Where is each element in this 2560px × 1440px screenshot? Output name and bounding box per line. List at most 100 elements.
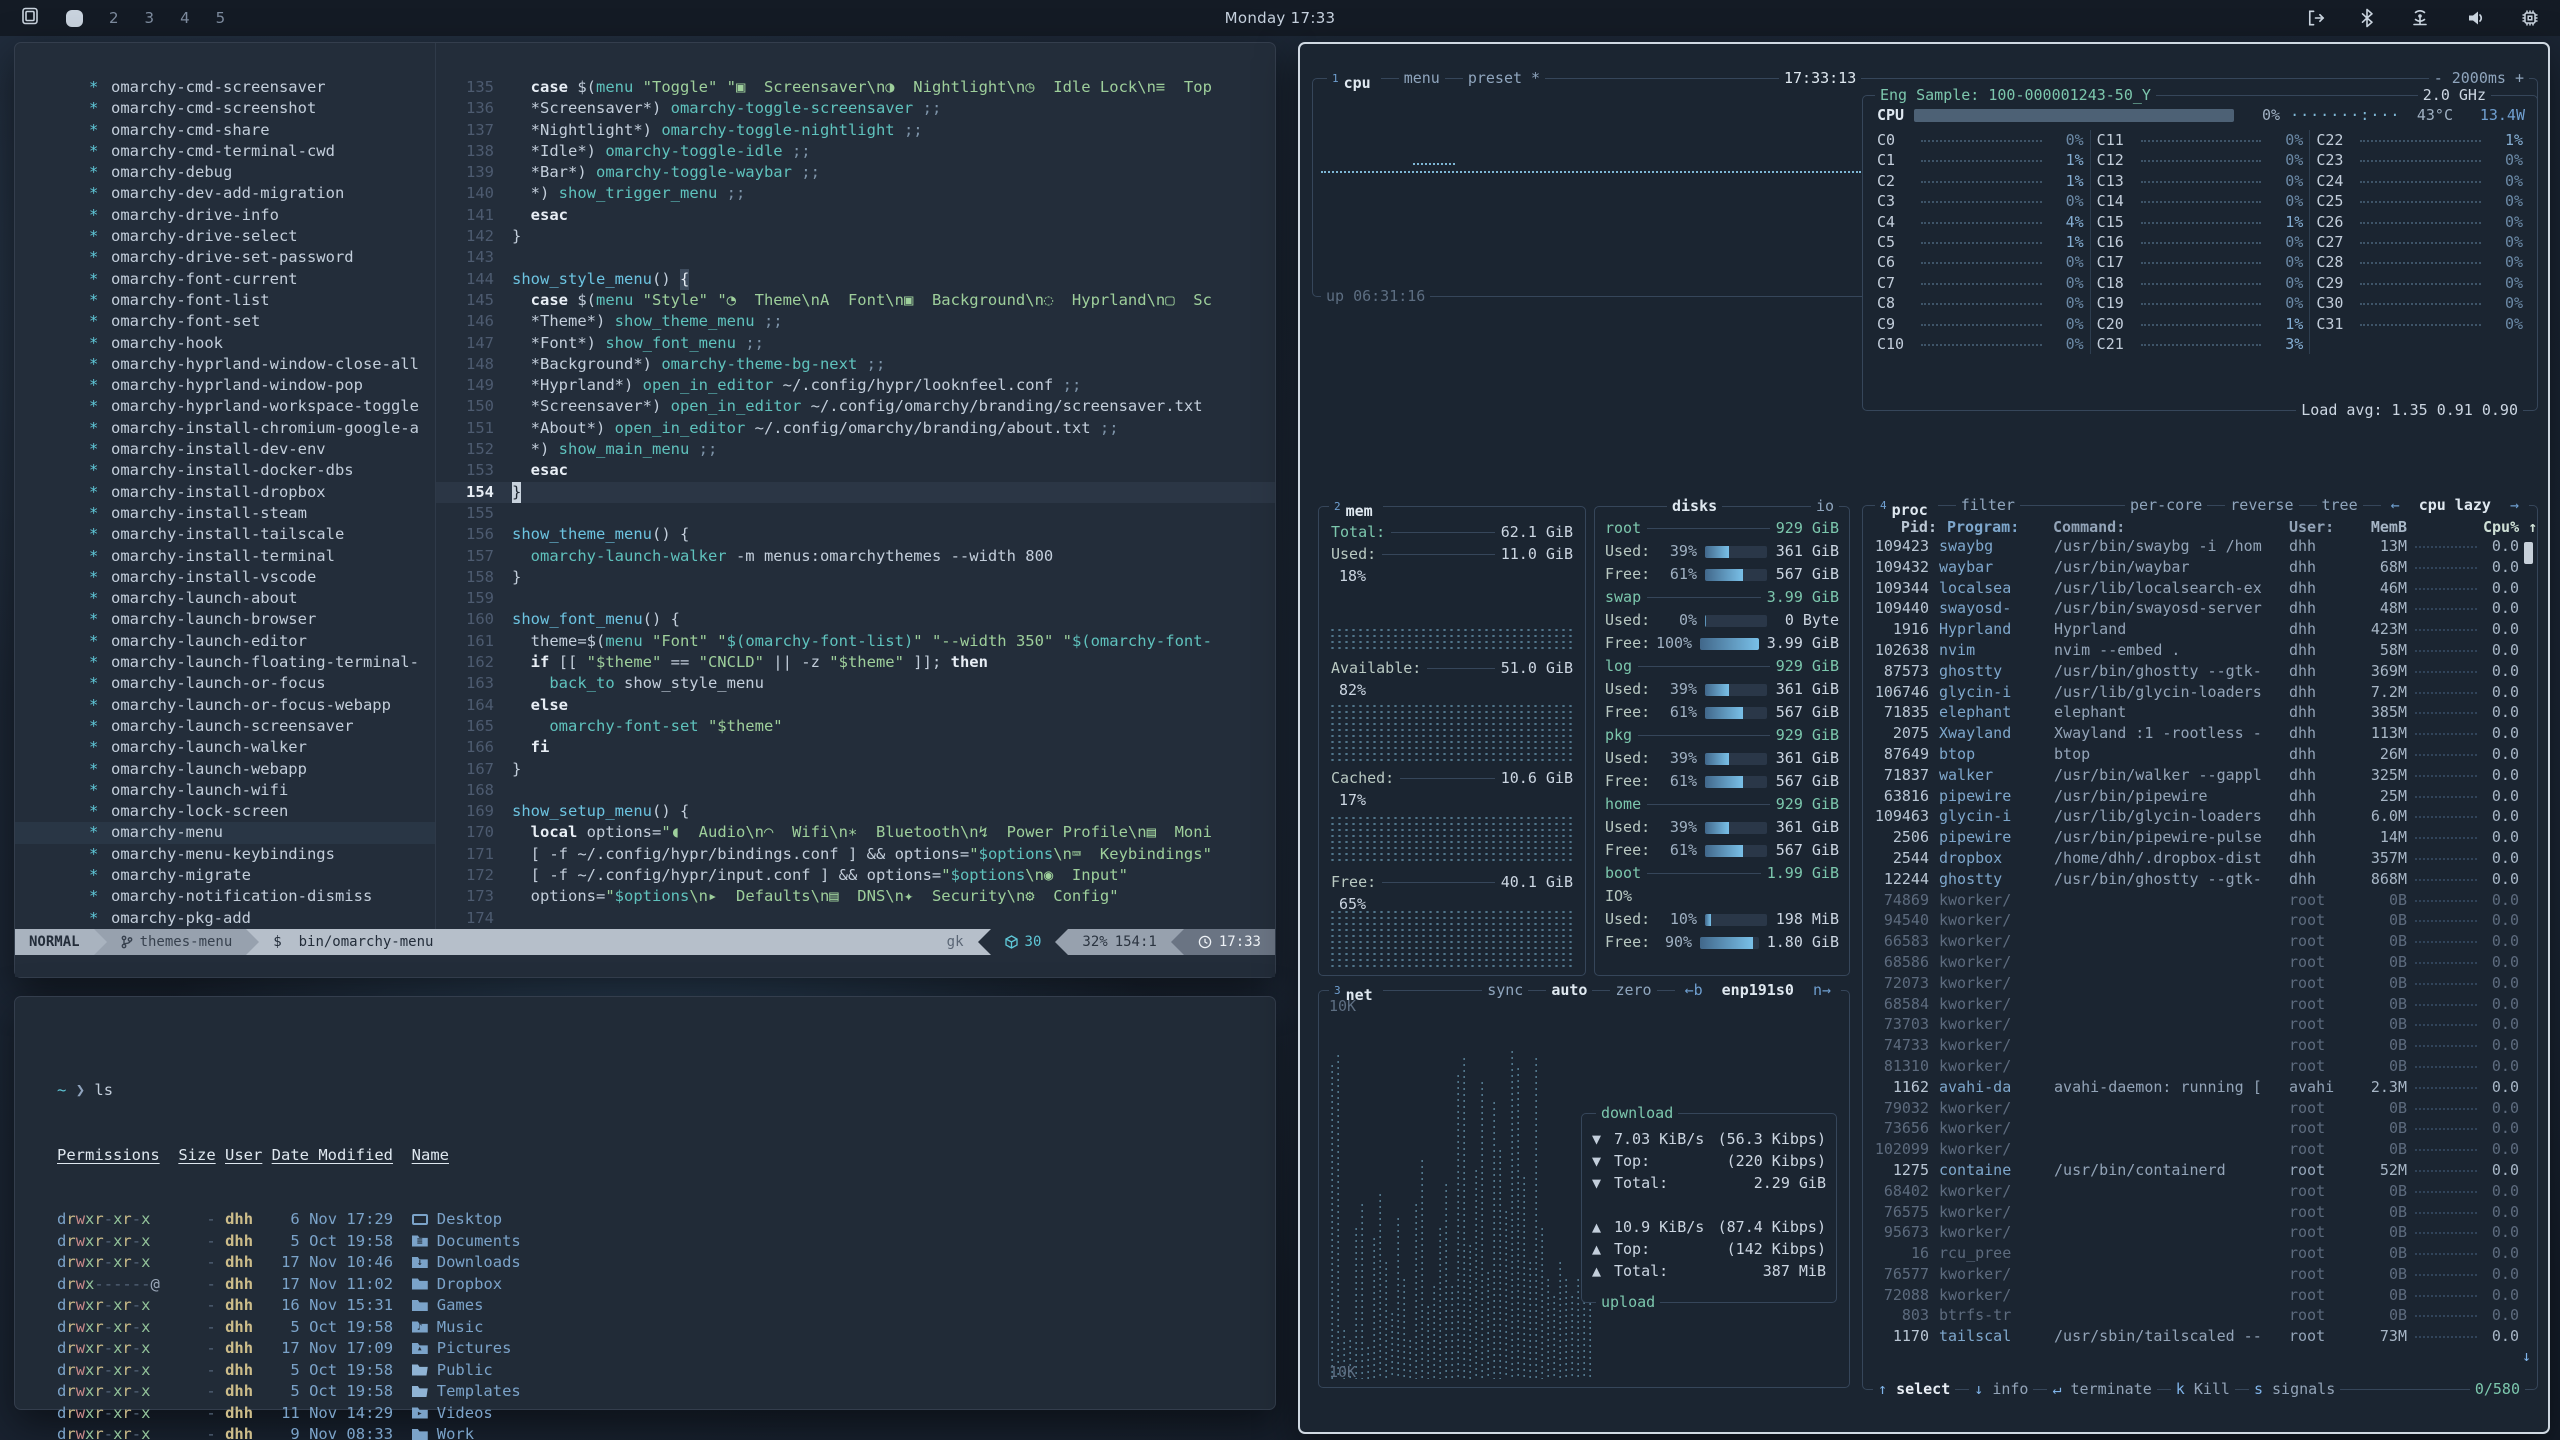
process-row[interactable]: 68586kworker/ root0B0.0 — [1863, 952, 2537, 973]
file-item[interactable]: *omarchy-launch-wifi — [15, 780, 435, 801]
file-item[interactable]: *omarchy-install-dropbox — [15, 482, 435, 503]
file-item[interactable]: *omarchy-pkg-add — [15, 908, 435, 929]
tab-io[interactable]: io — [1811, 497, 1839, 516]
file-item[interactable]: *omarchy-drive-set-password — [15, 247, 435, 268]
process-row[interactable]: 109423swaybg /usr/bin/swaybg -i /homdhh1… — [1863, 536, 2537, 557]
file-item[interactable]: *omarchy-cmd-screenshot — [15, 98, 435, 119]
file-item[interactable]: *omarchy-hyprland-window-pop — [15, 375, 435, 396]
proc-filter[interactable]: filter — [1956, 496, 2020, 520]
process-row[interactable]: 66583kworker/ root0B0.0 — [1863, 931, 2537, 952]
process-row[interactable]: 109432waybar /usr/bin/waybardhh68M0.0 — [1863, 557, 2537, 578]
file-item[interactable]: *omarchy-migrate — [15, 865, 435, 886]
tab-auto[interactable]: auto — [1546, 981, 1592, 1000]
proc-tree[interactable]: tree — [2317, 496, 2363, 515]
file-item[interactable]: *omarchy-menu-keybindings — [15, 844, 435, 865]
process-row[interactable]: 1275containe /usr/bin/containerdroot52M0… — [1863, 1160, 2537, 1181]
process-row[interactable]: 16rcu_pree root0B0.0 — [1863, 1243, 2537, 1264]
chip-icon[interactable] — [2520, 8, 2540, 28]
file-item[interactable]: *omarchy-install-dev-env — [15, 439, 435, 460]
process-row[interactable]: 102099kworker/ root0B0.0 — [1863, 1139, 2537, 1160]
process-row[interactable]: 74869kworker/ root0B0.0 — [1863, 890, 2537, 911]
process-row[interactable]: 2544dropbox /home/dhh/.dropbox-distdhh35… — [1863, 848, 2537, 869]
process-row[interactable]: 2506pipewire /usr/bin/pipewire-pulsedhh1… — [1863, 827, 2537, 848]
file-item[interactable]: *omarchy-debug — [15, 162, 435, 183]
file-item[interactable]: *omarchy-install-docker-dbs — [15, 460, 435, 481]
file-item[interactable]: *omarchy-install-steam — [15, 503, 435, 524]
file-item[interactable]: *omarchy-menu — [15, 822, 435, 843]
process-row[interactable]: 76577kworker/ root0B0.0 — [1863, 1264, 2537, 1285]
process-row[interactable]: 68584kworker/ root0B0.0 — [1863, 994, 2537, 1015]
file-item[interactable]: *omarchy-launch-or-focus — [15, 673, 435, 694]
process-row[interactable]: 73703kworker/ root0B0.0 — [1863, 1014, 2537, 1035]
process-row[interactable]: 1162avahi-da avahi-daemon: running [avah… — [1863, 1077, 2537, 1098]
process-row[interactable]: 2075Xwayland Xwayland :1 -rootless -dhh1… — [1863, 723, 2537, 744]
file-item[interactable]: *omarchy-font-set — [15, 311, 435, 332]
file-item[interactable]: *omarchy-cmd-terminal-cwd — [15, 141, 435, 162]
process-row[interactable]: 72073kworker/ root0B0.0 — [1863, 973, 2537, 994]
proc-action-kill[interactable]: k Kill — [2171, 1380, 2235, 1399]
process-row[interactable]: 63816pipewire /usr/bin/pipewiredhh25M0.0 — [1863, 786, 2537, 807]
tab-mem[interactable]: 2mem — [1329, 497, 1383, 521]
process-row[interactable]: 71835elephant elephantdhh385M0.0 — [1863, 702, 2537, 723]
proc-action-info[interactable]: ↓ info — [1969, 1380, 2033, 1399]
interface-switcher[interactable]: ←b enp191s0 n→ — [1675, 981, 1841, 1000]
proc-sort[interactable]: ← cpu lazy → — [2381, 496, 2529, 515]
tab-menu[interactable]: menu — [1399, 69, 1445, 93]
process-row[interactable]: 72088kworker/ root0B0.0 — [1863, 1285, 2537, 1306]
volume-icon[interactable] — [2466, 8, 2486, 28]
file-item[interactable]: *omarchy-lock-screen — [15, 801, 435, 822]
proc-action-signals[interactable]: s signals — [2249, 1380, 2340, 1399]
file-item[interactable]: *omarchy-hyprland-window-close-all — [15, 354, 435, 375]
file-item[interactable]: *omarchy-launch-about — [15, 588, 435, 609]
tab-zero[interactable]: zero — [1610, 981, 1656, 1000]
file-item[interactable]: *omarchy-hyprland-workspace-toggle — [15, 396, 435, 417]
process-row[interactable]: 87649btop btopdhh26M0.0 — [1863, 744, 2537, 765]
process-row[interactable]: 102638nvim nvim --embed .dhh58M0.0 — [1863, 640, 2537, 661]
file-item[interactable]: *omarchy-launch-walker — [15, 737, 435, 758]
process-row[interactable]: 81310kworker/ root0B0.0 — [1863, 1056, 2537, 1077]
command-line[interactable] — [15, 955, 1275, 977]
proc-action-terminate[interactable]: ↵ terminate — [2047, 1380, 2156, 1399]
network-icon[interactable] — [2408, 8, 2432, 28]
file-item[interactable]: *omarchy-font-list — [15, 290, 435, 311]
file-item[interactable]: *omarchy-launch-webapp — [15, 759, 435, 780]
process-row[interactable]: 12244ghostty /usr/bin/ghostty --gtk-dhh8… — [1863, 869, 2537, 890]
proc-scrollbar[interactable] — [2524, 542, 2533, 564]
process-row[interactable]: 87573ghostty /usr/bin/ghostty --gtk-dhh3… — [1863, 661, 2537, 682]
file-item[interactable]: *omarchy-cmd-share — [15, 120, 435, 141]
file-item[interactable]: *omarchy-launch-screensaver — [15, 716, 435, 737]
tab-preset[interactable]: preset * — [1463, 69, 1545, 93]
proc-action-select[interactable]: ↑ select — [1873, 1380, 1955, 1399]
file-item[interactable]: *omarchy-drive-info — [15, 205, 435, 226]
proc-per-core[interactable]: per-core — [2125, 496, 2207, 515]
tab-sync[interactable]: sync — [1482, 981, 1528, 1000]
process-row[interactable]: 73656kworker/ root0B0.0 — [1863, 1118, 2537, 1139]
bluetooth-icon[interactable] — [2360, 8, 2374, 28]
process-row[interactable]: 76575kworker/ root0B0.0 — [1863, 1202, 2537, 1223]
process-row[interactable]: 71837walker /usr/bin/walker --gappldhh32… — [1863, 765, 2537, 786]
file-item[interactable]: *omarchy-launch-editor — [15, 631, 435, 652]
tab-cpu[interactable]: 1cpu — [1327, 69, 1381, 93]
file-item[interactable]: *omarchy-launch-browser — [15, 609, 435, 630]
tab-disks[interactable]: disks — [1667, 497, 1722, 516]
process-row[interactable]: 94540kworker/ root0B0.0 — [1863, 910, 2537, 931]
process-row[interactable]: 95673kworker/ root0B0.0 — [1863, 1222, 2537, 1243]
process-row[interactable]: 106746glycin-i /usr/lib/glycin-loadersdh… — [1863, 682, 2537, 703]
tab-proc[interactable]: 4proc — [1875, 496, 1938, 520]
file-item[interactable]: *omarchy-install-chromium-google-a — [15, 418, 435, 439]
proc-reverse[interactable]: reverse — [2225, 496, 2298, 515]
process-row[interactable]: 79032kworker/ root0B0.0 — [1863, 1098, 2537, 1119]
file-item[interactable]: *omarchy-install-terminal — [15, 546, 435, 567]
process-row[interactable]: 109463glycin-i /usr/lib/glycin-loadersdh… — [1863, 806, 2537, 827]
logout-icon[interactable] — [2305, 8, 2326, 28]
process-row[interactable]: 1916Hyprland Hyprlanddhh423M0.0 — [1863, 619, 2537, 640]
process-row[interactable]: 803btrfs-tr root0B0.0 — [1863, 1305, 2537, 1326]
file-item[interactable]: *omarchy-install-tailscale — [15, 524, 435, 545]
process-row[interactable]: 109344localsea /usr/lib/localsearch-exdh… — [1863, 578, 2537, 599]
file-item[interactable]: *omarchy-drive-select — [15, 226, 435, 247]
file-item[interactable]: *omarchy-hook — [15, 333, 435, 354]
process-row[interactable]: 1170tailscal /usr/sbin/tailscaled --root… — [1863, 1326, 2537, 1347]
file-item[interactable]: *omarchy-notification-dismiss — [15, 886, 435, 907]
file-item[interactable]: *omarchy-install-vscode — [15, 567, 435, 588]
file-item[interactable]: *omarchy-launch-or-focus-webapp — [15, 695, 435, 716]
